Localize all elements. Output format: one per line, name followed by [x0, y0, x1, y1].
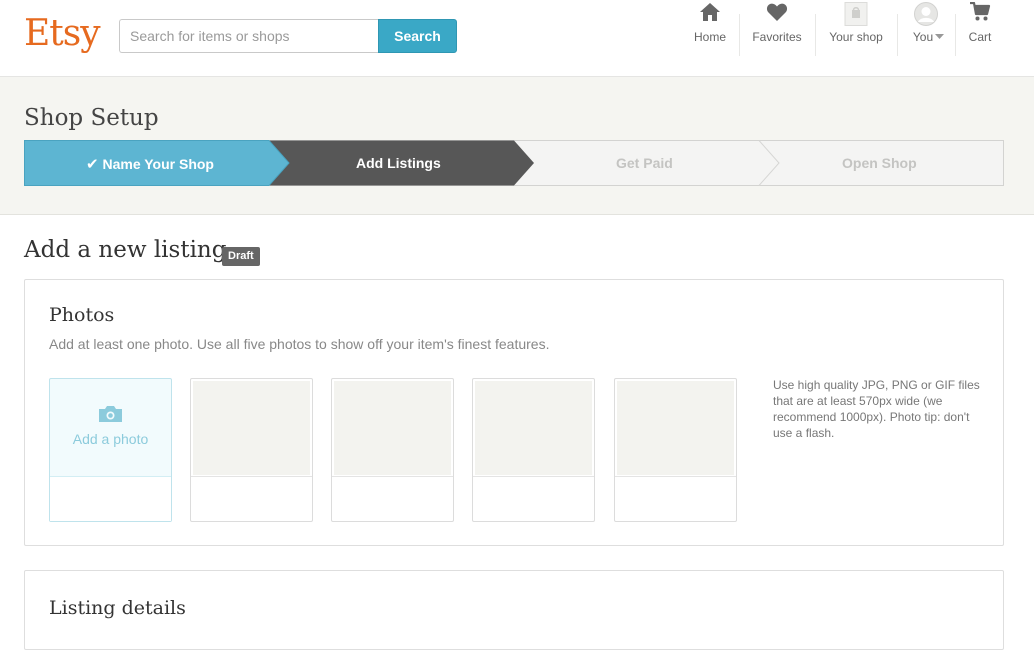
camera-icon	[99, 406, 122, 422]
chevron-down-icon	[935, 34, 944, 39]
search-input[interactable]	[119, 19, 379, 53]
photo-placeholder	[475, 381, 592, 475]
photo-slot[interactable]	[614, 378, 737, 522]
status-badge: Draft	[222, 247, 260, 266]
nav-divider	[815, 14, 816, 56]
photo-placeholder	[193, 381, 310, 475]
home-icon	[700, 3, 720, 21]
nav-divider	[897, 14, 898, 56]
nav-favorites[interactable]: Favorites	[749, 0, 805, 46]
cart-icon	[970, 2, 991, 21]
step-label: Name Your Shop	[102, 156, 214, 172]
listing-details-heading: Listing details	[49, 597, 186, 619]
add-photo-button[interactable]: Add a photo	[49, 378, 172, 522]
step-name-your-shop: ✔ Name Your Shop	[86, 155, 214, 173]
nav-home[interactable]: Home	[690, 0, 730, 46]
listing-details-panel: Listing details	[24, 570, 1004, 650]
setup-progress: ✔ Name Your Shop Add Listings Get Paid O…	[24, 140, 1004, 186]
photo-divider	[332, 476, 453, 477]
step-add-listings: Add Listings	[356, 155, 441, 171]
nav-you[interactable]: You	[906, 0, 946, 46]
photos-description: Add at least one photo. Use all five pho…	[49, 336, 550, 352]
check-icon: ✔	[86, 156, 99, 173]
photo-placeholder	[617, 381, 734, 475]
search-bar: Search	[119, 19, 457, 53]
photo-slot[interactable]	[331, 378, 454, 522]
nav-cart[interactable]: Cart	[963, 0, 997, 46]
photo-slot[interactable]	[472, 378, 595, 522]
nav-your-shop-label: Your shop	[829, 30, 883, 44]
etsy-logo[interactable]: Etsy	[24, 13, 101, 54]
photos-panel: Photos Add at least one photo. Use all f…	[24, 279, 1004, 546]
photo-slot[interactable]	[190, 378, 313, 522]
nav-your-shop[interactable]: Your shop	[826, 0, 886, 46]
page-section-title: Shop Setup	[24, 105, 159, 131]
photos-heading: Photos	[49, 304, 115, 326]
photo-divider	[615, 476, 736, 477]
nav-divider	[955, 14, 956, 56]
photo-tip-text: Use high quality JPG, PNG or GIF files t…	[773, 378, 980, 440]
nav-cart-label: Cart	[968, 30, 992, 44]
nav-divider	[739, 14, 740, 56]
photo-placeholder	[334, 381, 451, 475]
photo-divider	[191, 476, 312, 477]
step-get-paid: Get Paid	[616, 155, 673, 171]
step-open-shop: Open Shop	[842, 155, 917, 171]
nav-home-label: Home	[693, 30, 726, 44]
shop-icon	[844, 2, 868, 26]
add-photo-label: Add a photo	[72, 431, 149, 447]
nav-favorites-label: Favorites	[752, 30, 802, 44]
avatar-icon	[914, 2, 938, 26]
search-button[interactable]: Search	[378, 19, 457, 53]
site-header: Etsy Search Home Favorites Your shop	[0, 0, 1034, 77]
page-title: Add a new listing	[24, 237, 227, 263]
photo-divider	[50, 476, 171, 477]
heart-icon	[766, 3, 788, 21]
photo-caption-area	[50, 477, 171, 521]
photo-divider	[473, 476, 594, 477]
